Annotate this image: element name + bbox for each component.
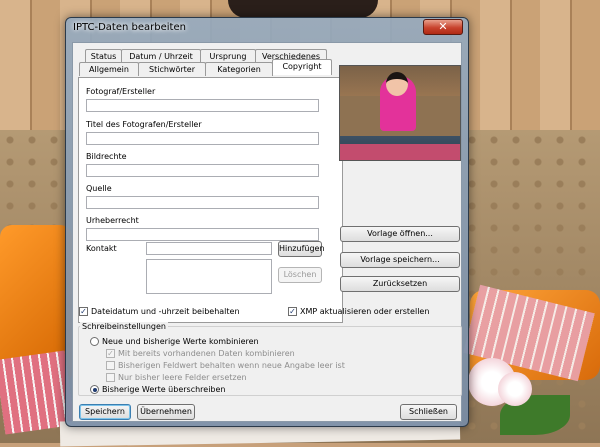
image-preview: [339, 65, 461, 161]
kontakt-input[interactable]: [146, 242, 272, 255]
close-icon: ✕: [438, 20, 448, 33]
tab-ursprung[interactable]: Ursprung: [200, 49, 256, 63]
tab-stichwoerter[interactable]: Stichwörter: [138, 62, 206, 76]
urheberrecht-input[interactable]: [86, 228, 319, 241]
preview-table: [340, 144, 460, 160]
window-title: IPTC-Daten bearbeiten: [73, 22, 186, 33]
bildrechte-input[interactable]: [86, 164, 319, 177]
tab-status[interactable]: Status: [85, 49, 122, 63]
zuruecksetzen-button[interactable]: Zurücksetzen: [340, 276, 460, 292]
close-window-button[interactable]: ✕: [423, 19, 463, 35]
titel-fotograf-label: Titel des Fotografen/Ersteller: [86, 120, 202, 129]
xmp-label: XMP aktualisieren oder erstellen: [300, 307, 430, 316]
sub-replace-label: Nur bisher leere Felder ersetzen: [118, 373, 247, 382]
overwrite-radio-dot: [93, 388, 97, 392]
write-settings-label: Schreibeinstellungen: [80, 322, 168, 331]
titel-fotograf-input[interactable]: [86, 132, 319, 145]
sub-existing-label: Mit bereits vorhandenen Daten kombiniere…: [118, 349, 295, 358]
tab-datum-uhrzeit[interactable]: Datum / Uhrzeit: [121, 49, 201, 63]
fotograf-label: Fotograf/Ersteller: [86, 87, 156, 96]
overwrite-label: Bisherige Werte überschreiben: [102, 385, 226, 394]
schliessen-button[interactable]: Schließen: [400, 404, 457, 420]
bildrechte-label: Bildrechte: [86, 152, 127, 161]
quelle-input[interactable]: [86, 196, 319, 209]
iptc-dialog: IPTC-Daten bearbeiten ✕ Status Datum / U…: [65, 17, 469, 427]
combine-radio[interactable]: [90, 337, 99, 346]
fotograf-input[interactable]: [86, 99, 319, 112]
background-flower: [498, 372, 532, 406]
sub-replace-checkbox[interactable]: [106, 373, 115, 382]
copyright-tab-panel: Fotograf/Ersteller Titel des Fotografen/…: [78, 77, 343, 323]
kontakt-label: Kontakt: [86, 244, 117, 253]
keep-date-checkbox[interactable]: ✓: [79, 307, 88, 316]
background-person-head: [228, 0, 378, 18]
xmp-checkbox[interactable]: ✓: [288, 307, 297, 316]
tab-copyright[interactable]: Copyright: [272, 59, 332, 75]
vorlage-oeffnen-button[interactable]: Vorlage öffnen...: [340, 226, 460, 242]
speichern-button[interactable]: Speichern: [79, 404, 131, 420]
preview-head: [386, 72, 408, 96]
title-bar[interactable]: IPTC-Daten bearbeiten ✕: [66, 18, 468, 40]
vorlage-speichern-button[interactable]: Vorlage speichern...: [340, 252, 460, 268]
sub-keep-label: Bisherigen Feldwert behalten wenn neue A…: [118, 361, 345, 370]
tab-kategorien[interactable]: Kategorien: [205, 62, 273, 76]
overwrite-radio[interactable]: [90, 385, 99, 394]
sub-existing-checkbox[interactable]: ✓: [106, 349, 115, 358]
urheberrecht-label: Urheberrecht: [86, 216, 139, 225]
dialog-client-area: Status Datum / Uhrzeit Ursprung Verschie…: [72, 42, 462, 422]
tab-allgemein[interactable]: Allgemein: [79, 62, 139, 76]
loeschen-button[interactable]: Löschen: [278, 267, 322, 283]
quelle-label: Quelle: [86, 184, 112, 193]
sub-keep-checkbox[interactable]: [106, 361, 115, 370]
combine-label: Neue und bisherige Werte kombinieren: [102, 337, 259, 346]
hinzufuegen-button[interactable]: Hinzufügen: [278, 241, 325, 257]
uebernehmen-button[interactable]: Übernehmen: [137, 404, 195, 420]
kontakt-list[interactable]: [146, 259, 272, 294]
keep-date-label: Dateidatum und -uhrzeit beibehalten: [91, 307, 240, 316]
